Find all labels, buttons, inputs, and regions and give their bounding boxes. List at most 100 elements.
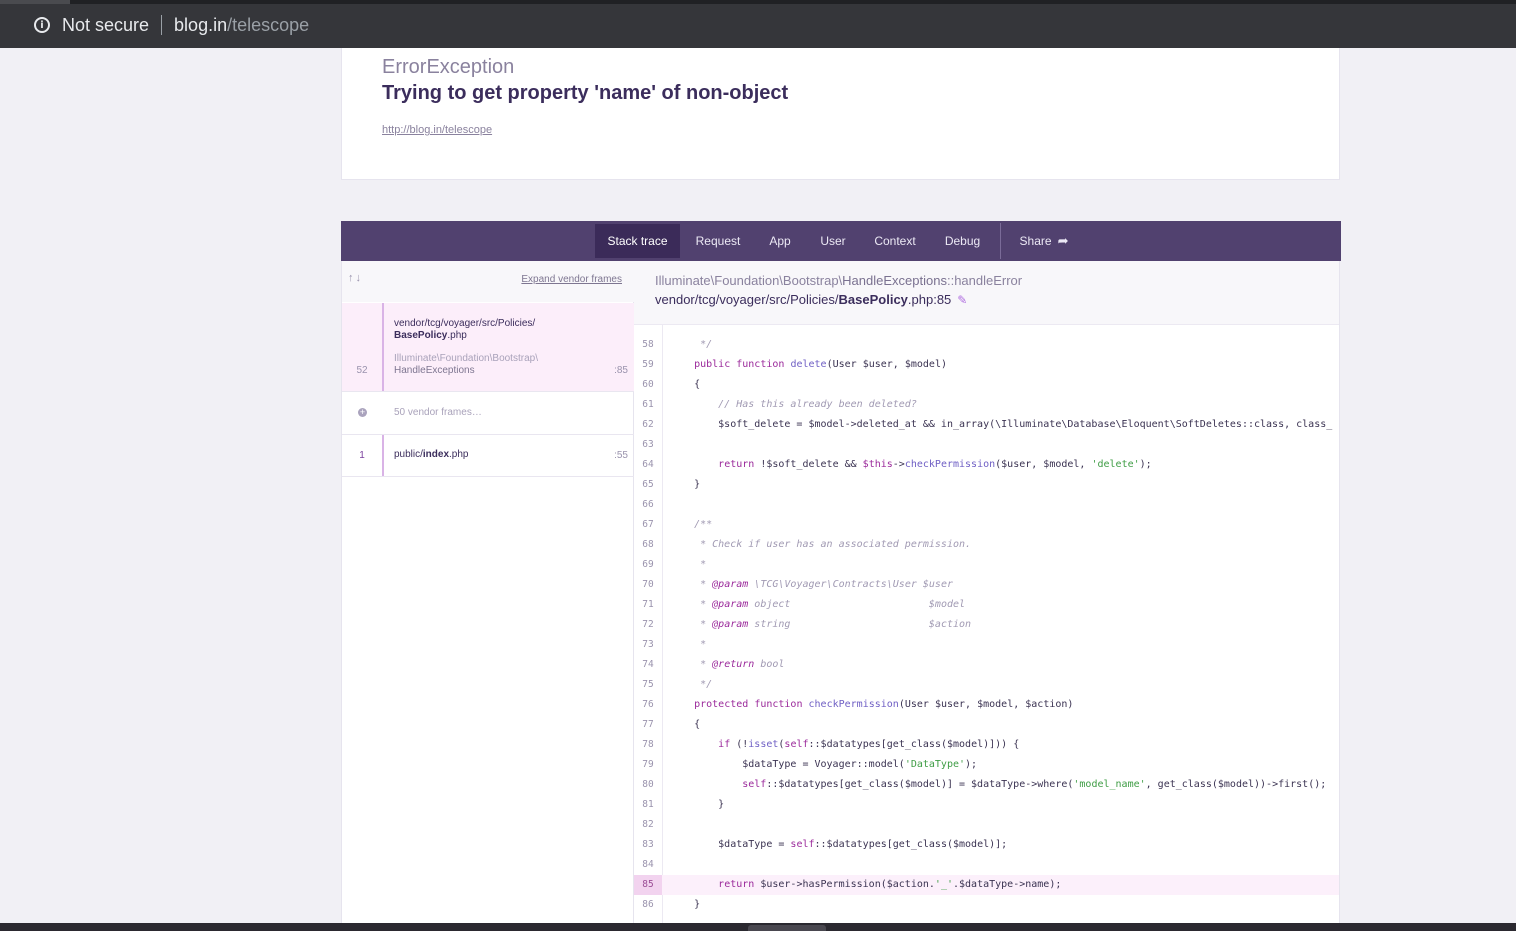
frame-file-ext: .php	[447, 330, 467, 341]
code-line: 86 }	[634, 895, 1339, 915]
exception-url-link[interactable]: http://blog.in/telescope	[382, 124, 492, 136]
url-path[interactable]: /telescope	[227, 15, 309, 36]
code-line: 70 * @param \TCG\Voyager\Contracts\User …	[634, 575, 1339, 595]
code-line: 73 *	[634, 635, 1339, 655]
frame-file: public/index.php	[394, 449, 469, 461]
code-line: 83 $dataType = self::$datatypes[get_clas…	[634, 835, 1339, 855]
line-number: 59	[642, 359, 654, 370]
share-button[interactable]: Share ➦	[1013, 224, 1075, 258]
tab-divider	[1000, 223, 1001, 259]
frame-marker	[382, 303, 384, 391]
frame-line: :55	[614, 450, 628, 461]
line-source: */	[670, 679, 713, 690]
browser-toolbar: i Not secure blog.in/telescope	[0, 0, 1516, 48]
line-source: // Has this already been deleted?	[670, 399, 917, 410]
code-line: 65 }	[634, 475, 1339, 495]
line-number: 78	[642, 739, 654, 750]
line-source: * @param \TCG\Voyager\Contracts\User $us…	[670, 579, 953, 590]
share-arrow-icon: ➦	[1057, 233, 1069, 248]
expand-vendor-frames-link[interactable]: Expand vendor frames	[521, 274, 622, 285]
frame-file-ext: .php	[449, 449, 469, 460]
line-number: 58	[642, 339, 654, 350]
frame-nav-arrows-icon[interactable]: ↑↓	[348, 272, 363, 284]
tab-app[interactable]: App	[761, 224, 799, 258]
share-label: Share	[1019, 234, 1052, 248]
line-source: if (!isset(self::$datatypes[get_class($m…	[718, 739, 1020, 750]
code-header: Illuminate\Foundation\Bootstrap\HandleEx…	[634, 261, 1339, 325]
line-number: 66	[642, 499, 654, 510]
code-line: 59 public function delete(User $user, $m…	[634, 355, 1339, 375]
line-source: */	[670, 339, 713, 350]
line-source: /**	[670, 519, 713, 530]
pencil-icon[interactable]: ✎	[957, 293, 967, 307]
line-source: * @param object $model	[670, 599, 966, 610]
line-number: 60	[642, 379, 654, 390]
line-source: self::$datatypes[get_class($model)] = $d…	[742, 779, 1327, 790]
code-class-prefix: Illuminate\Foundation\Bootstrap\	[655, 273, 843, 288]
security-label[interactable]: Not secure	[62, 15, 149, 36]
line-source: {	[670, 379, 701, 390]
stack-frame-active[interactable]: 52 vendor/tcg/voyager/src/Policies/ Base…	[342, 303, 635, 392]
code-line: 74 * @return bool	[634, 655, 1339, 675]
frame-class: Illuminate\Foundation\Bootstrap\ HandleE…	[394, 353, 538, 377]
line-number: 83	[642, 839, 654, 850]
code-line: 67 /**	[634, 515, 1339, 535]
line-source: $dataType = self::$datatypes[get_class($…	[670, 839, 1008, 850]
line-source: * @return bool	[670, 659, 785, 670]
code-file: vendor/tcg/voyager/src/Policies/BasePoli…	[655, 292, 967, 307]
line-number: 63	[642, 439, 654, 450]
line-source: $dataType = Voyager::model('DataType');	[670, 759, 978, 770]
code-file-path: vendor/tcg/voyager/src/Policies/	[655, 292, 839, 307]
active-tab-edge[interactable]	[0, 0, 70, 4]
code-line: 78 if (!isset(self::$datatypes[get_class…	[634, 735, 1339, 755]
line-number: 69	[642, 559, 654, 570]
url-host[interactable]: blog.in	[174, 15, 227, 36]
frame-class-name: HandleExceptions	[394, 365, 475, 376]
tab-debug[interactable]: Debug	[938, 224, 987, 258]
code-line: 61 // Has this already been deleted?	[634, 395, 1339, 415]
code-line: 76 protected function checkPermission(Us…	[634, 695, 1339, 715]
stack-frame[interactable]: 1 public/index.php :55	[342, 435, 635, 477]
line-source: return !$soft_delete && $this->checkPerm…	[718, 459, 1152, 470]
line-number: 76	[642, 699, 654, 710]
tab-context[interactable]: Context	[867, 224, 923, 258]
line-source: }	[670, 479, 701, 490]
code-class-name: HandleExceptions	[842, 273, 947, 288]
line-source: *	[670, 639, 707, 650]
line-number: 84	[642, 859, 654, 870]
line-source: $soft_delete = $model->deleted_at && in_…	[670, 419, 1333, 430]
code-line: 64 return !$soft_delete && $this->checkP…	[634, 455, 1339, 475]
frame-marker	[382, 435, 384, 476]
line-number: 68	[642, 539, 654, 550]
code-line: 75 */	[634, 675, 1339, 695]
code-line: 77 {	[634, 715, 1339, 735]
line-number: 67	[642, 519, 654, 530]
taskbar-handle[interactable]	[748, 925, 826, 931]
line-source: * Check if user has an associated permis…	[670, 539, 972, 550]
code-file-name: BasePolicy	[838, 292, 908, 307]
line-number: 82	[642, 819, 654, 830]
tab-request[interactable]: Request	[686, 224, 750, 258]
line-source: {	[670, 719, 701, 730]
address-separator	[161, 15, 163, 35]
vendor-frames-collapsed[interactable]: + 50 vendor frames…	[342, 392, 635, 435]
code-line: 84	[634, 855, 1339, 875]
code-line: 72 * @param string $action	[634, 615, 1339, 635]
line-number: 77	[642, 719, 654, 730]
tab-user[interactable]: User	[812, 224, 854, 258]
line-number: 72	[642, 619, 654, 630]
line-number: 71	[642, 599, 654, 610]
code-line: 60 {	[634, 375, 1339, 395]
code-line: 82	[634, 815, 1339, 835]
exception-card: ErrorException Trying to get property 'n…	[341, 48, 1340, 180]
frame-number: 52	[356, 365, 368, 376]
address-bar[interactable]: i Not secure blog.in/telescope	[26, 13, 309, 37]
code-line: 62 $soft_delete = $model->deleted_at && …	[634, 415, 1339, 435]
frame-file-path: vendor/tcg/voyager/src/Policies/	[394, 318, 536, 329]
code-line: 85 return $user->hasPermission($action.'…	[634, 875, 1339, 895]
tab-stack-trace[interactable]: Stack trace	[595, 224, 680, 258]
frame-class-prefix: Illuminate\Foundation\Bootstrap\	[394, 353, 538, 364]
info-circle-icon[interactable]: i	[34, 17, 50, 33]
code-line: 81 }	[634, 795, 1339, 815]
line-number: 74	[642, 659, 654, 670]
